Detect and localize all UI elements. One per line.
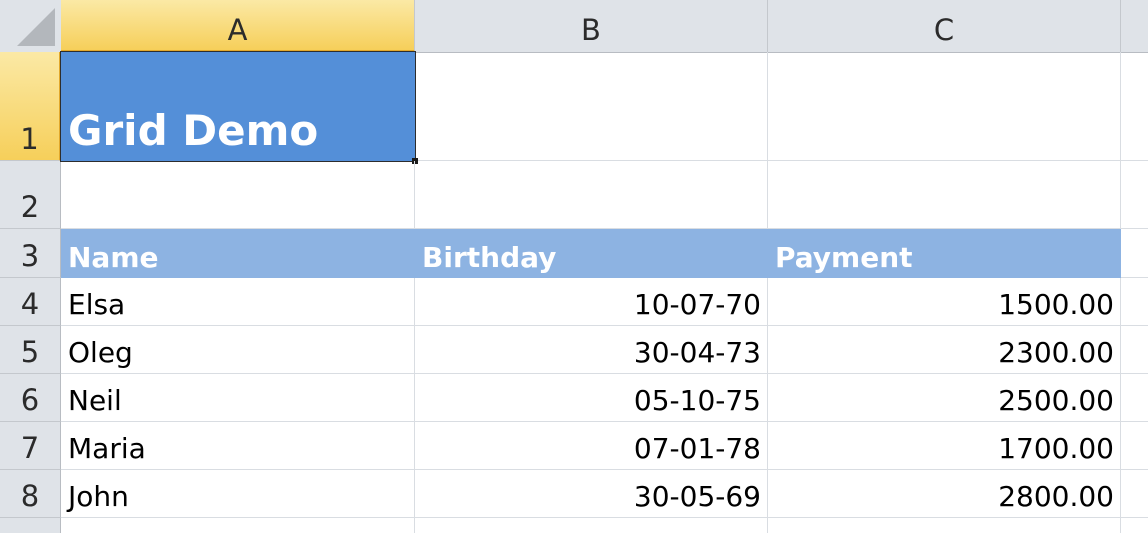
cell-c8[interactable]: 2800.00 [768,470,1121,518]
cell-c1[interactable] [768,52,1121,161]
cell-d6[interactable] [1121,374,1148,422]
cell-c9[interactable] [768,518,1121,533]
cell-b1[interactable] [415,52,768,161]
cell-b4[interactable]: 10-07-70 [415,278,768,326]
row-header-9[interactable] [0,518,61,533]
cell-a6[interactable]: Neil [61,374,415,422]
cell-a1-title[interactable]: Grid Demo [60,51,416,162]
column-header-b[interactable]: B [415,0,768,52]
cell-d5[interactable] [1121,326,1148,374]
cell-b6[interactable]: 05-10-75 [415,374,768,422]
cell-c5[interactable]: 2300.00 [768,326,1121,374]
cell-b7[interactable]: 07-01-78 [415,422,768,470]
cell-a7[interactable]: Maria [61,422,415,470]
cell-c4[interactable]: 1500.00 [768,278,1121,326]
column-header-a[interactable]: A [61,0,415,52]
row-header-1[interactable]: 1 [0,52,61,161]
cell-a3-header-name[interactable]: Name [61,229,415,278]
cell-c6[interactable]: 2500.00 [768,374,1121,422]
cell-d4[interactable] [1121,278,1148,326]
cell-d9[interactable] [1121,518,1148,533]
cell-a2[interactable] [61,161,415,229]
cell-b8[interactable]: 30-05-69 [415,470,768,518]
cell-b5[interactable]: 30-04-73 [415,326,768,374]
cell-b9[interactable] [415,518,768,533]
row-header-4[interactable]: 4 [0,278,61,326]
row-header-8[interactable]: 8 [0,470,61,518]
select-all-triangle-icon [17,8,55,46]
cell-a5[interactable]: Oleg [61,326,415,374]
cell-d1[interactable] [1121,52,1148,161]
select-all-corner[interactable] [0,0,62,52]
cell-d7[interactable] [1121,422,1148,470]
cell-c3-header-payment[interactable]: Payment [768,229,1121,278]
column-header-d[interactable] [1121,0,1148,52]
row-header-2[interactable]: 2 [0,161,61,229]
cell-a8[interactable]: John [61,470,415,518]
cell-a9[interactable] [61,518,415,533]
cell-b2[interactable] [415,161,768,229]
cell-c7[interactable]: 1700.00 [768,422,1121,470]
cell-c2[interactable] [768,161,1121,229]
cell-a4[interactable]: Elsa [61,278,415,326]
row-header-6[interactable]: 6 [0,374,61,422]
row-header-7[interactable]: 7 [0,422,61,470]
cell-d8[interactable] [1121,470,1148,518]
row-header-5[interactable]: 5 [0,326,61,374]
cell-d2[interactable] [1121,161,1148,229]
cell-d3[interactable] [1121,229,1148,278]
row-header-3[interactable]: 3 [0,229,61,278]
spreadsheet-grid: A B C 1 2 3 4 5 6 7 8 Grid Demo Name Bir… [0,0,1148,533]
column-header-c[interactable]: C [768,0,1121,52]
cell-b3-header-birthday[interactable]: Birthday [415,229,768,278]
